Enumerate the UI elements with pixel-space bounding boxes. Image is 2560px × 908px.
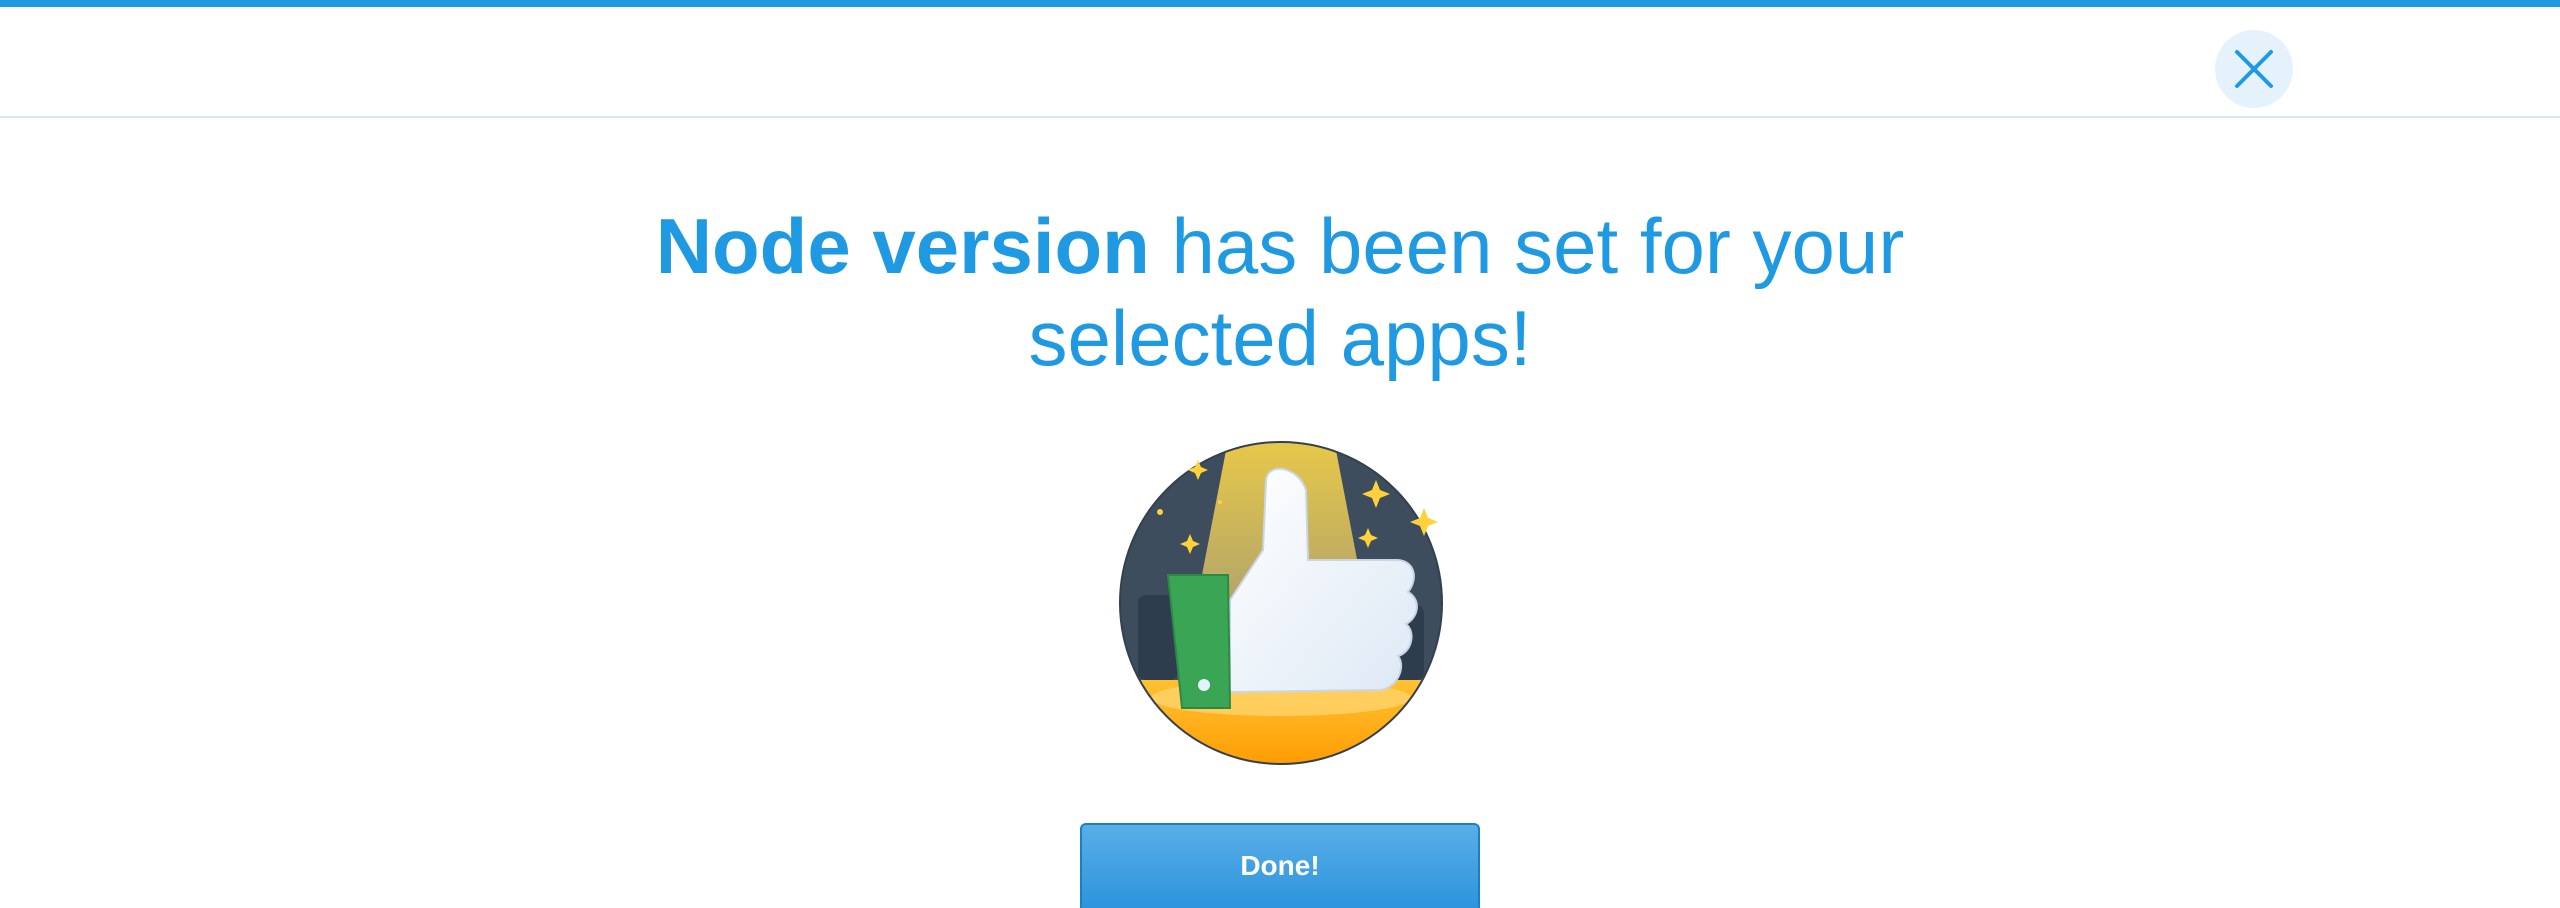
close-button[interactable] — [2215, 30, 2293, 108]
done-button[interactable]: Done! — [1080, 823, 1480, 908]
modal-header — [0, 7, 2560, 118]
headline-line-1: Node version has been set for your — [0, 200, 2560, 292]
headline-line-2: selected apps! — [1028, 294, 1532, 382]
thumbs-up-icon — [1118, 440, 1444, 766]
close-icon — [2234, 49, 2274, 89]
top-accent-bar — [0, 0, 2560, 7]
success-modal: Node version has been set for your selec… — [0, 0, 2560, 908]
success-headline: Node version has been set for your selec… — [0, 200, 2560, 384]
headline-strong-text: Node version — [655, 202, 1150, 290]
headline-rest-text: has been set for your — [1149, 202, 1905, 290]
